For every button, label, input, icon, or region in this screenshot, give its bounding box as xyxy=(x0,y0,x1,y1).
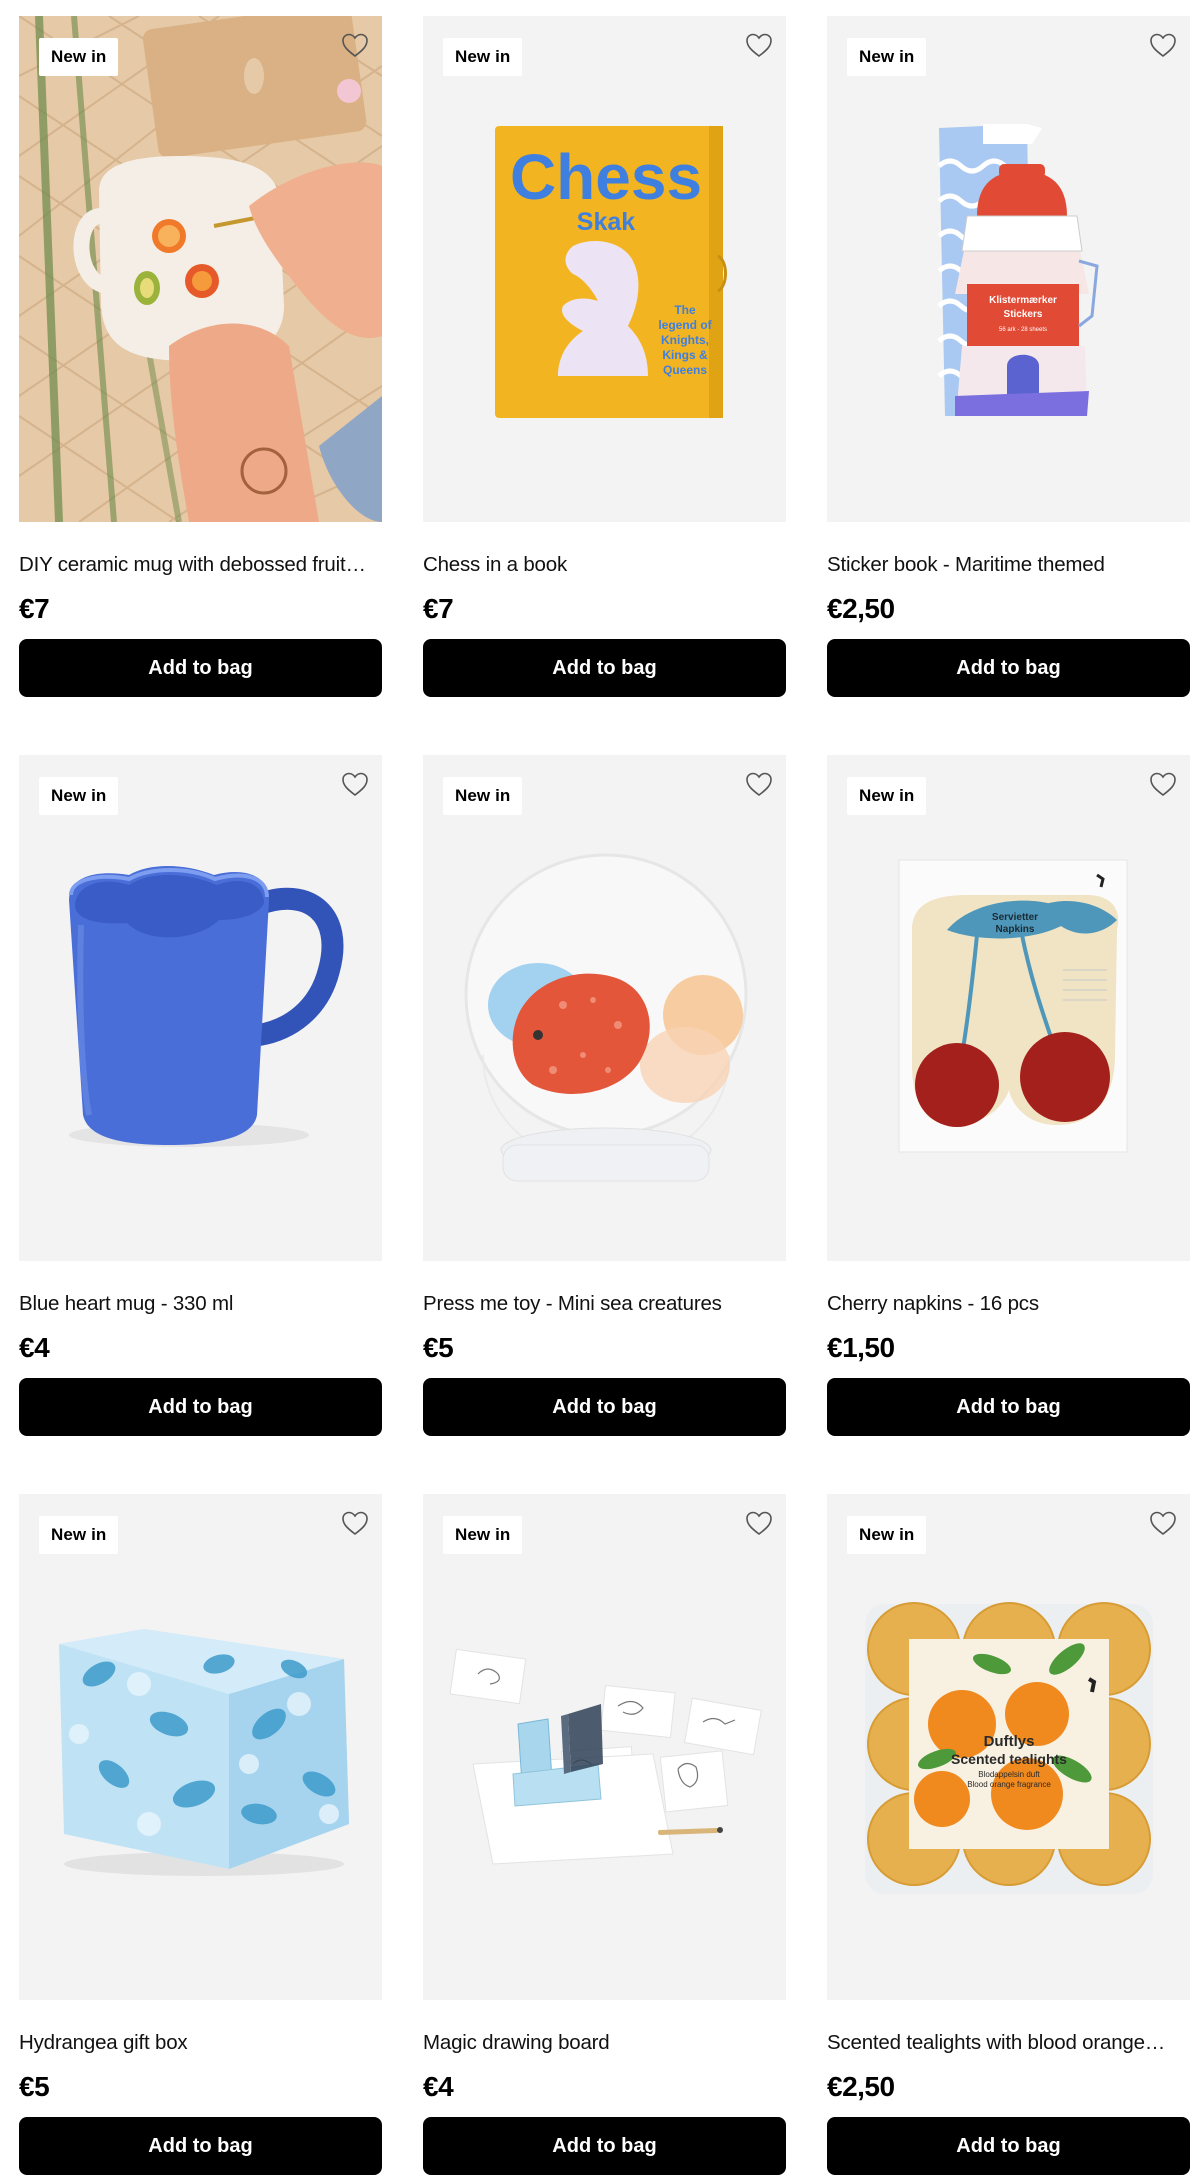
new-in-badge: New in xyxy=(39,38,119,76)
sticker-book-text: 56 ark - 28 sheets xyxy=(999,327,1047,333)
tealights-text: Scented tealights xyxy=(951,1751,1067,1767)
product-image[interactable]: New in xyxy=(423,1494,786,2000)
chess-book-blurb-line: The xyxy=(674,303,696,317)
scented-tealights-image: Duftlys Scented tealights Blodappelsin d… xyxy=(865,1602,1153,1894)
new-in-badge: New in xyxy=(39,1516,119,1554)
chess-book-image: Chess Skak The legend of Knights, Kings … xyxy=(495,126,727,418)
heart-outline-icon[interactable] xyxy=(340,1508,370,1538)
product-image[interactable]: Chess Skak The legend of Knights, Kings … xyxy=(423,16,786,522)
sticker-book-text: Stickers xyxy=(1004,309,1043,320)
add-to-bag-button[interactable]: Add to bag xyxy=(19,2117,382,2175)
product-card[interactable]: Servietter Napkins New in Cherry napkins… xyxy=(827,755,1190,1442)
hydrangea-gift-box-image xyxy=(59,1629,349,1876)
product-price: €1,50 xyxy=(827,1332,895,1363)
product-name[interactable]: Scented tealights with blood orange… xyxy=(827,2030,1190,2056)
product-grid: New in DIY ceramic mug with debossed fru… xyxy=(19,16,1190,2181)
new-in-badge: New in xyxy=(847,1516,927,1554)
product-name[interactable]: Hydrangea gift box xyxy=(19,2030,382,2056)
product-image[interactable]: New in xyxy=(19,755,382,1261)
product-name[interactable]: Blue heart mug - 330 ml xyxy=(19,1291,382,1317)
add-to-bag-button[interactable]: Add to bag xyxy=(827,1378,1190,1436)
product-name[interactable]: DIY ceramic mug with debossed fruit… xyxy=(19,552,382,578)
add-to-bag-button[interactable]: Add to bag xyxy=(423,2117,786,2175)
cherry-napkins-image: Servietter Napkins xyxy=(898,859,1128,1153)
chess-book-subtitle: Skak xyxy=(577,208,635,236)
product-card[interactable]: New in DIY ceramic mug with debossed fru… xyxy=(19,16,382,703)
heart-outline-icon[interactable] xyxy=(1148,769,1178,799)
product-price: €5 xyxy=(423,1332,454,1363)
tealights-text: Duftlys xyxy=(984,1733,1035,1750)
product-name[interactable]: Sticker book - Maritime themed xyxy=(827,552,1190,578)
chess-book-blurb-line: Queens xyxy=(663,363,707,377)
product-image[interactable]: New in xyxy=(19,1494,382,2000)
product-image[interactable]: Duftlys Scented tealights Blodappelsin d… xyxy=(827,1494,1190,2000)
product-name[interactable]: Magic drawing board xyxy=(423,2030,786,2056)
product-name[interactable]: Chess in a book xyxy=(423,552,786,578)
new-in-badge: New in xyxy=(847,38,927,76)
heart-outline-icon[interactable] xyxy=(744,1508,774,1538)
chess-book-blurb-line: Kings & xyxy=(662,348,708,362)
product-price: €7 xyxy=(423,593,454,624)
product-name[interactable]: Cherry napkins - 16 pcs xyxy=(827,1291,1190,1317)
product-price: €5 xyxy=(19,2071,50,2102)
press-me-toy-image xyxy=(464,853,748,1182)
product-price: €4 xyxy=(423,2071,454,2102)
napkins-text: Servietter xyxy=(992,912,1038,923)
product-price: €4 xyxy=(19,1332,50,1363)
add-to-bag-button[interactable]: Add to bag xyxy=(423,1378,786,1436)
sticker-book-image: Klistermærker Stickers 56 ark - 28 sheet… xyxy=(937,124,1099,416)
add-to-bag-button[interactable]: Add to bag xyxy=(827,639,1190,697)
diy-ceramic-mug-image xyxy=(19,16,382,522)
sticker-book-text: Klistermærker xyxy=(989,295,1057,306)
add-to-bag-button[interactable]: Add to bag xyxy=(19,1378,382,1436)
add-to-bag-button[interactable]: Add to bag xyxy=(827,2117,1190,2175)
new-in-badge: New in xyxy=(443,777,523,815)
tealights-text: Blood orange fragrance xyxy=(967,1780,1051,1789)
tealights-text: Blodappelsin duft xyxy=(978,1770,1040,1779)
product-image[interactable]: Servietter Napkins New in xyxy=(827,755,1190,1261)
magic-drawing-board-image xyxy=(449,1648,762,1865)
product-card[interactable]: New in Magic drawing board €4 Add to bag xyxy=(423,1494,786,2181)
chess-book-title: Chess xyxy=(510,141,702,213)
product-card[interactable]: Duftlys Scented tealights Blodappelsin d… xyxy=(827,1494,1190,2181)
product-price: €2,50 xyxy=(827,2071,895,2102)
product-card[interactable]: New in Press me toy - Mini sea creatures… xyxy=(423,755,786,1442)
heart-outline-icon[interactable] xyxy=(744,30,774,60)
heart-outline-icon[interactable] xyxy=(744,769,774,799)
new-in-badge: New in xyxy=(443,1516,523,1554)
product-card[interactable]: New in Hydrangea gift box €5 Add to bag xyxy=(19,1494,382,2181)
heart-outline-icon[interactable] xyxy=(340,769,370,799)
product-card[interactable]: New in Blue heart mug - 330 ml €4 Add to… xyxy=(19,755,382,1442)
add-to-bag-button[interactable]: Add to bag xyxy=(423,639,786,697)
new-in-badge: New in xyxy=(443,38,523,76)
product-image[interactable]: New in xyxy=(423,755,786,1261)
chess-book-blurb-line: legend of xyxy=(658,318,712,332)
new-in-badge: New in xyxy=(847,777,927,815)
product-price: €7 xyxy=(19,593,50,624)
product-card[interactable]: Klistermærker Stickers 56 ark - 28 sheet… xyxy=(827,16,1190,703)
product-card[interactable]: Chess Skak The legend of Knights, Kings … xyxy=(423,16,786,703)
product-name[interactable]: Press me toy - Mini sea creatures xyxy=(423,1291,786,1317)
add-to-bag-button[interactable]: Add to bag xyxy=(19,639,382,697)
product-price: €2,50 xyxy=(827,593,895,624)
heart-outline-icon[interactable] xyxy=(1148,30,1178,60)
blue-heart-mug-image xyxy=(69,866,344,1147)
product-image[interactable]: Klistermærker Stickers 56 ark - 28 sheet… xyxy=(827,16,1190,522)
product-image[interactable]: New in xyxy=(19,16,382,522)
heart-outline-icon[interactable] xyxy=(340,30,370,60)
napkins-text: Napkins xyxy=(996,924,1035,935)
new-in-badge: New in xyxy=(39,777,119,815)
chess-book-blurb-line: Knights, xyxy=(661,333,709,347)
heart-outline-icon[interactable] xyxy=(1148,1508,1178,1538)
